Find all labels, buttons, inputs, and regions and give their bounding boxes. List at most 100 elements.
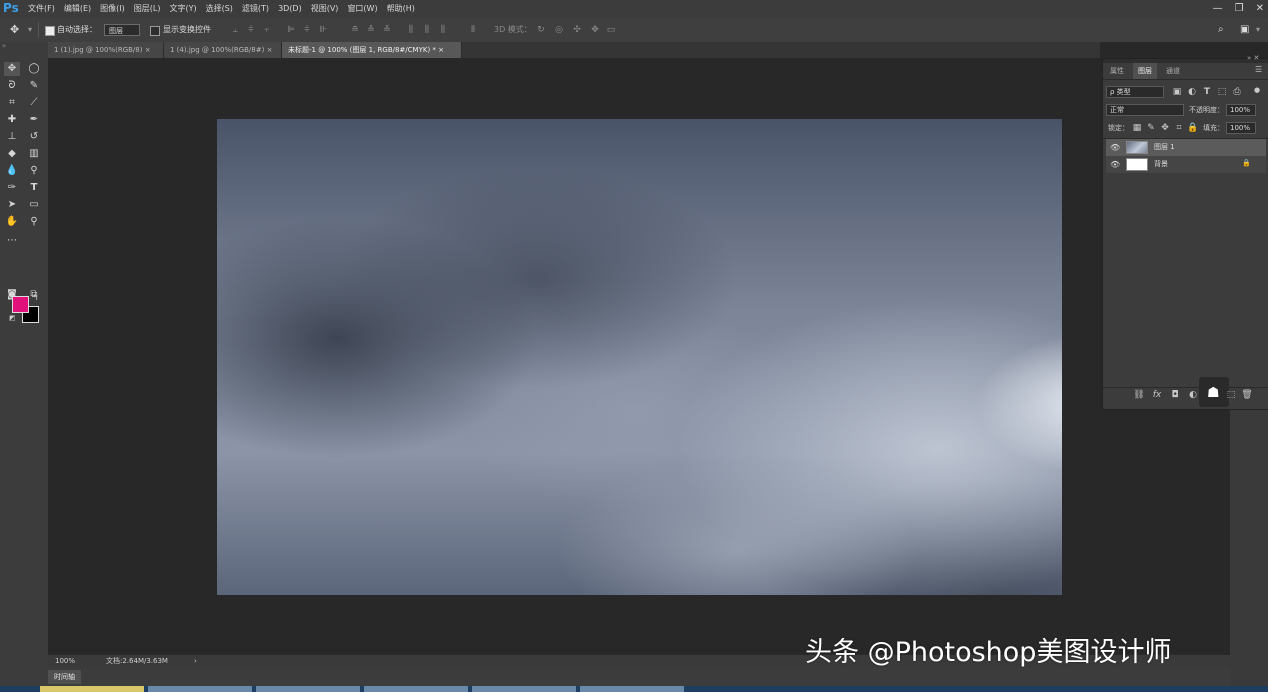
dodge-tool-icon[interactable]: ⚲	[26, 164, 42, 178]
tool-preset-chevron-icon[interactable]: ▾	[28, 18, 32, 42]
panel-collapse-icon[interactable]: » ✕	[1247, 54, 1259, 62]
auto-select-checkbox[interactable]	[45, 26, 55, 36]
link-layers-icon[interactable]: ⛓	[1133, 389, 1145, 401]
gradient-tool-icon[interactable]: ▥	[26, 147, 42, 161]
blend-mode-dropdown[interactable]: 正常	[1106, 104, 1184, 116]
pen-tool-icon[interactable]: ✑	[4, 181, 20, 195]
collapse-icon[interactable]: »	[2, 42, 6, 50]
tab-doc-2[interactable]: 1 (4).jpg @ 100%(RGB/8#) ×	[164, 42, 282, 58]
align-top-icon[interactable]: ⫠	[230, 25, 240, 35]
menu-window[interactable]: 窗口(W)	[347, 0, 377, 18]
fill-input[interactable]: 100%	[1226, 122, 1256, 134]
filter-kind-dropdown[interactable]: ρ 类型	[1106, 86, 1164, 98]
align-left-icon[interactable]: ⊫	[286, 25, 296, 35]
workspace-chevron-icon[interactable]: ▾	[1256, 18, 1260, 42]
menu-select[interactable]: 选择(S)	[206, 0, 233, 18]
tab-layers[interactable]: 图层	[1133, 63, 1157, 79]
lock-pixels-icon[interactable]: ✎	[1145, 122, 1157, 134]
menu-image[interactable]: 图像(I)	[100, 0, 125, 18]
tab-close-icon[interactable]: ×	[267, 46, 273, 54]
default-colors-icon[interactable]: ◩	[9, 314, 16, 322]
search-icon[interactable]: ⌕	[1218, 18, 1224, 42]
eye-icon[interactable]: 👁	[1110, 143, 1120, 152]
menu-filter[interactable]: 滤镜(T)	[242, 0, 269, 18]
document-canvas[interactable]	[217, 119, 1062, 595]
quick-select-tool-icon[interactable]: ✎	[26, 79, 42, 93]
more-tools-icon[interactable]: ⋯	[4, 234, 20, 248]
crop-tool-icon[interactable]: ⌗	[4, 96, 20, 110]
lock-transparent-icon[interactable]: ▦	[1131, 122, 1143, 134]
path-select-tool-icon[interactable]: ➤	[4, 198, 20, 212]
filter-type-icon[interactable]: T	[1201, 86, 1213, 98]
menu-help[interactable]: 帮助(H)	[387, 0, 415, 18]
tab-close-icon[interactable]: ×	[438, 46, 444, 54]
tab-doc-1[interactable]: 1 (1).jpg @ 100%(RGB/8) ×	[48, 42, 164, 58]
clone-stamp-tool-icon[interactable]: ⊥	[4, 130, 20, 144]
filter-pixel-icon[interactable]: ▣	[1171, 86, 1183, 98]
taskbar-item[interactable]	[364, 686, 468, 692]
menu-type[interactable]: 文字(Y)	[169, 0, 196, 18]
timeline-tab[interactable]: 时间轴	[48, 670, 81, 684]
menu-file[interactable]: 文件(F)	[28, 0, 55, 18]
distribute-hcenter-icon[interactable]: ⫼	[422, 25, 432, 35]
lock-position-icon[interactable]: ✥	[1159, 122, 1171, 134]
close-button[interactable]: ✕	[1256, 0, 1264, 18]
menu-edit[interactable]: 编辑(E)	[64, 0, 91, 18]
zoom-tool-icon[interactable]: ⚲	[26, 215, 42, 229]
show-transform-checkbox[interactable]	[150, 26, 160, 36]
3d-orbit-icon[interactable]: ↻	[536, 25, 546, 35]
zoom-level[interactable]: 100%	[55, 655, 75, 668]
filter-toggle-icon[interactable]: ●	[1251, 84, 1263, 96]
taskbar-item[interactable]	[472, 686, 576, 692]
3d-pan-icon[interactable]: ✣	[572, 25, 582, 35]
marquee-tool-icon[interactable]: ◯	[26, 62, 42, 76]
taskbar-item[interactable]	[40, 686, 144, 692]
trash-icon[interactable]: 🗑	[1241, 389, 1253, 401]
align-right-icon[interactable]: ⊪	[318, 25, 328, 35]
type-tool-icon[interactable]: T	[26, 181, 42, 195]
lock-all-icon[interactable]: 🔒	[1187, 122, 1199, 134]
taskbar-item[interactable]	[580, 686, 684, 692]
3d-roll-icon[interactable]: ◎	[554, 25, 564, 35]
menu-view[interactable]: 视图(V)	[311, 0, 339, 18]
layer-row[interactable]: 👁 图层 1	[1106, 139, 1266, 156]
restore-button[interactable]: ❐	[1235, 0, 1244, 18]
filter-shape-icon[interactable]: ⬚	[1216, 86, 1228, 98]
distribute-vcenter-icon[interactable]: ≙	[366, 25, 376, 35]
filter-smart-object-icon[interactable]: ⎙	[1231, 86, 1243, 98]
align-hcenter-icon[interactable]: ⫩	[302, 25, 312, 35]
menu-3d[interactable]: 3D(D)	[278, 0, 302, 18]
healing-brush-tool-icon[interactable]: ✚	[4, 113, 20, 127]
align-vcenter-icon[interactable]: ⫩	[246, 25, 256, 35]
3d-slide-icon[interactable]: ✥	[590, 25, 600, 35]
distribute-top-icon[interactable]: ≘	[350, 25, 360, 35]
minimize-button[interactable]: —	[1213, 0, 1223, 18]
workspace-icon[interactable]: ▣	[1240, 18, 1249, 42]
panel-menu-icon[interactable]: ☰	[1255, 65, 1262, 74]
auto-align-icon[interactable]: ⫴	[468, 25, 478, 35]
layer-row[interactable]: 👁 背景 🔒	[1106, 156, 1266, 173]
lasso-tool-icon[interactable]: ᘐ	[4, 79, 20, 93]
history-brush-tool-icon[interactable]: ↺	[26, 130, 42, 144]
tab-close-icon[interactable]: ×	[145, 46, 151, 54]
auto-select-dropdown[interactable]: 图层	[104, 24, 140, 36]
layer-style-icon[interactable]: fx	[1151, 389, 1163, 401]
taskbar-item[interactable]	[256, 686, 360, 692]
opacity-input[interactable]: 100%	[1226, 104, 1256, 116]
eyedropper-tool-icon[interactable]: ⟋	[26, 96, 42, 110]
move-tool-icon[interactable]: ✥	[4, 62, 20, 76]
tab-doc-3[interactable]: 未标题-1 @ 100% (图层 1, RGB/8#/CMYK) * ×	[282, 42, 462, 58]
align-bottom-icon[interactable]: ⫟	[262, 25, 272, 35]
move-tool-icon[interactable]: ✥	[10, 18, 19, 42]
adjustment-layer-icon[interactable]: ◐	[1187, 389, 1199, 401]
eraser-tool-icon[interactable]: ◆	[4, 147, 20, 161]
foreground-color-swatch[interactable]	[12, 296, 29, 313]
add-mask-icon[interactable]: ◘	[1169, 389, 1181, 401]
menu-layer[interactable]: 图层(L)	[134, 0, 161, 18]
distribute-right-icon[interactable]: ⫼	[438, 25, 448, 35]
taskbar-item[interactable]	[148, 686, 252, 692]
eye-icon[interactable]: 👁	[1110, 160, 1120, 169]
new-group-icon[interactable]: ☗	[1207, 386, 1220, 400]
hand-tool-icon[interactable]: ✋	[4, 215, 20, 229]
new-layer-icon[interactable]: ⬚	[1225, 389, 1237, 401]
